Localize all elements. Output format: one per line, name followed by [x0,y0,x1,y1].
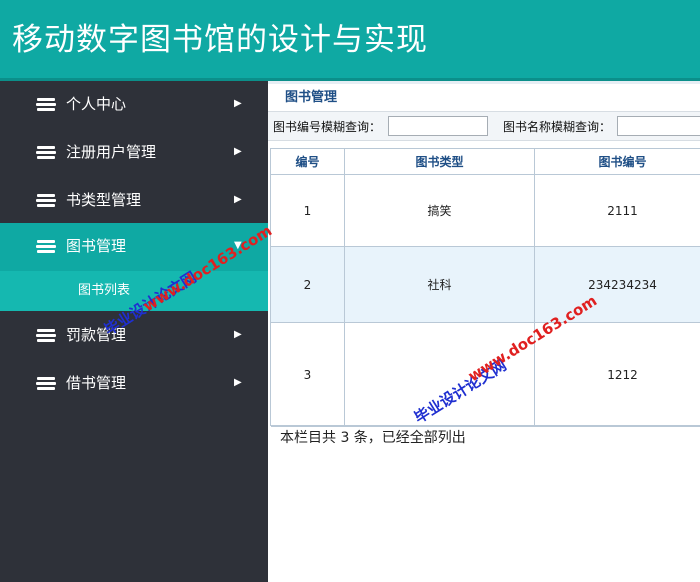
sidebar-item-fine-management[interactable]: 罚款管理 ▶ [0,312,268,360]
chevron-right-icon: ▶ [234,329,242,340]
stack-icon [36,329,56,342]
book-no-search-label: 图书编号模糊查询： [273,120,382,134]
table-cell: 1 [271,175,345,247]
table-cell: 搞笑 [345,175,535,247]
sidebar-subitem-book-list[interactable]: 图书列表 [0,271,268,311]
sidebar-item-personal-center[interactable]: 个人中心 ▶ [0,81,268,129]
column-header-book-type[interactable]: 图书类型 [345,149,535,175]
chevron-right-icon: ▶ [234,194,242,205]
record-count-summary: 本栏目共 3 条，已经全部列出 [280,430,466,446]
stack-icon [36,98,56,111]
chevron-right-icon: ▶ [234,377,242,388]
table-cell: 2111 [535,175,700,247]
app-title: 移动数字图书馆的设计与实现 [12,22,428,58]
sidebar-item-label: 个人中心 [66,95,127,113]
column-header-id[interactable]: 编号 [271,149,345,175]
sidebar-item-label: 借书管理 [66,374,127,392]
sidebar-item-borrow-management[interactable]: 借书管理 ▶ [0,360,268,408]
top-divider [268,81,700,84]
book-name-search-input[interactable] [617,116,700,136]
chevron-right-icon: ▶ [234,98,242,109]
chevron-down-icon: ▼ [234,240,242,251]
sidebar-item-label: 注册用户管理 [66,143,157,161]
table-cell: 234234234 [535,247,700,323]
book-no-search-input[interactable] [388,116,488,136]
sidebar-item-label: 图书管理 [66,237,127,255]
stack-icon [36,240,56,253]
sidebar: 个人中心 ▶ 注册用户管理 ▶ 书类型管理 ▶ 图书管理 ▼ 图书列表 罚款管理… [0,81,268,582]
stack-icon [36,194,56,207]
stack-icon [36,146,56,159]
table-cell: 1212 [535,323,700,427]
stack-icon [36,377,56,390]
panel-title: 图书管理 [285,90,338,105]
table-cell: 社科 [345,247,535,323]
table-cell: 2 [271,247,345,323]
book-table: 编号 图书类型 图书编号 1 搞笑 2111 2 社科 234234234 3 … [270,148,700,427]
column-header-book-no[interactable]: 图书编号 [535,149,700,175]
sidebar-item-book-management[interactable]: 图书管理 ▼ [0,223,268,271]
search-bar: 图书编号模糊查询： 图书名称模糊查询： [268,111,700,141]
sidebar-item-label: 罚款管理 [66,326,127,344]
table-cell [345,323,535,427]
main-content: 图书管理 图书编号模糊查询： 图书名称模糊查询： 编号 图书类型 图书编号 1 … [268,81,700,582]
chevron-right-icon: ▶ [234,146,242,157]
sidebar-item-user-management[interactable]: 注册用户管理 ▶ [0,129,268,177]
sidebar-item-book-type-management[interactable]: 书类型管理 ▶ [0,177,268,225]
sidebar-subitem-label: 图书列表 [78,283,131,298]
sidebar-item-label: 书类型管理 [66,191,142,209]
app-header: 移动数字图书馆的设计与实现 [0,0,700,81]
book-name-search-label: 图书名称模糊查询： [503,120,612,134]
table-cell: 3 [271,323,345,427]
